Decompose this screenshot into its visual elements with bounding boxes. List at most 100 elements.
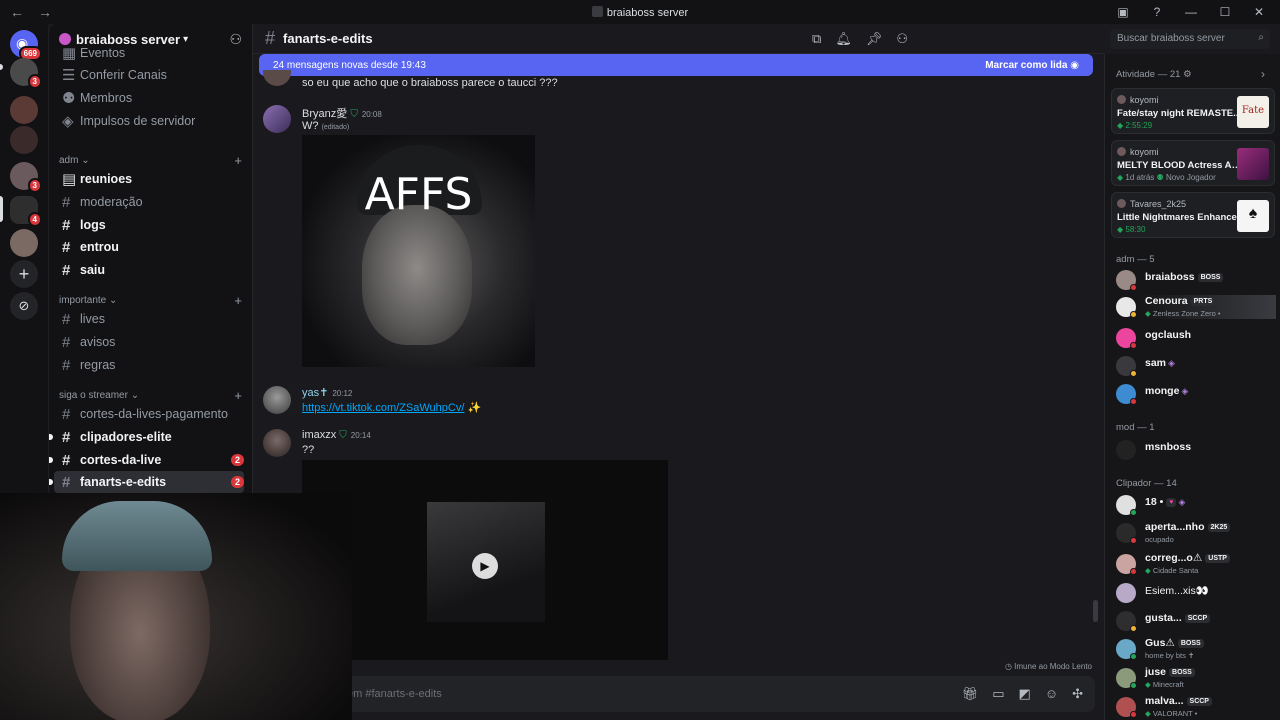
category-siga-o-streamer[interactable]: siga o streamer ⌄ + (59, 387, 242, 403)
pin-icon[interactable]: 📌︎ (866, 31, 883, 47)
author-name[interactable]: Bryanz愛 (302, 108, 347, 120)
role-tag: BOSS (1177, 639, 1204, 648)
chevron-right-icon[interactable]: › (1261, 67, 1265, 81)
member-row[interactable]: ogclaush (1116, 326, 1276, 350)
game-art (1237, 148, 1269, 180)
channel-avisos[interactable]: # avisos (54, 331, 244, 353)
minimize-button[interactable]: — (1184, 5, 1198, 19)
channel-cortes-da-live[interactable]: # cortes-da-live 2 (49, 449, 244, 471)
scrollbar[interactable] (1093, 600, 1098, 622)
video-attachment[interactable]: ▶ (302, 460, 668, 660)
webcam-person-cap (62, 501, 212, 571)
inbox-icon[interactable]: ▣ (1116, 5, 1130, 19)
tiktok-link[interactable]: https://vt.tiktok.com/ZSaWuhpCv/ (302, 402, 464, 414)
status-online (1130, 653, 1137, 660)
new-messages-bar[interactable]: 24 mensagens novas desde 19:43 Marcar co… (259, 54, 1093, 76)
image-attachment[interactable]: AFFS (302, 135, 535, 367)
channel-moderacao[interactable]: # moderação (54, 191, 244, 213)
server-icon-6[interactable] (10, 229, 38, 257)
message-input[interactable]: em #fanarts-e-edits 🎁︎ ▭ ◩ ☺ ✣ (259, 676, 1095, 712)
member-row[interactable]: braiaboss BOSS (1116, 268, 1276, 292)
nav-server-boosts[interactable]: ◈ Impulsos de servidor (54, 110, 244, 132)
channel-saiu[interactable]: # saiu (54, 259, 244, 281)
message-text: https://vt.tiktok.com/ZSaWuhpCv/ ✨ (302, 401, 481, 414)
activity-card[interactable]: koyomi MELTY BLOOD Actress Ag... ◆ 1d at… (1111, 140, 1275, 186)
home-button[interactable]: ◉ 669 (10, 30, 42, 61)
forward-arrow-icon[interactable]: → (38, 4, 52, 20)
apps-icon[interactable]: ✣ (1072, 686, 1083, 702)
status-dnd (1130, 398, 1137, 405)
member-row[interactable]: sam ◈ (1116, 354, 1276, 378)
emoji-icon[interactable]: ☺ (1045, 686, 1058, 702)
member-row[interactable]: correg...o⚠ USTP ◆ Cidade Santa (1116, 552, 1276, 576)
channel-cortes-da-lives-pagamento[interactable]: # cortes-da-lives-pagamento (54, 403, 244, 425)
invite-icon[interactable]: ⚇ (229, 31, 242, 48)
server-badge: 4 (27, 212, 42, 227)
discover-icon[interactable]: ⊘ (10, 292, 38, 320)
avatar[interactable] (263, 429, 291, 457)
member-list-icon[interactable]: ⚇ (896, 31, 908, 47)
member-row[interactable]: aperta...nho 2K25 ocupado (1116, 521, 1276, 545)
mark-as-read-button[interactable]: Marcar como lida ◉ (985, 60, 1079, 71)
avatar[interactable] (263, 105, 291, 133)
maximize-button[interactable]: ☐ (1218, 5, 1232, 19)
member-row[interactable]: gusta... SCCP (1116, 609, 1276, 633)
add-channel-icon[interactable]: + (234, 293, 242, 308)
author-name[interactable]: yas✝ (302, 387, 328, 399)
gamepad-icon: ◆ (1117, 173, 1124, 182)
member-row[interactable]: Esiem...xis👀 (1116, 581, 1276, 605)
add-server-button[interactable]: + (10, 260, 38, 288)
add-channel-icon[interactable]: + (234, 388, 242, 403)
nav-members[interactable]: ⚉ Membros (54, 87, 244, 109)
sticker-icon[interactable]: ◩ (1019, 686, 1031, 702)
channel-logs[interactable]: # logs (54, 214, 244, 236)
status-idle (1130, 625, 1137, 632)
calendar-icon: ▦ (62, 46, 77, 60)
channel-title: fanarts-e-edits (283, 31, 373, 46)
channel-fanarts-e-edits[interactable]: # fanarts-e-edits 2 (49, 471, 244, 493)
channel-lives[interactable]: # lives (54, 308, 244, 330)
members-icon: ⚉ (62, 90, 76, 107)
threads-icon[interactable]: ⧉ (812, 31, 821, 47)
gift-icon[interactable]: 🎁︎ (962, 686, 979, 702)
member-row[interactable]: 18 • ♥ ◈ (1116, 493, 1276, 517)
nav-browse-channels[interactable]: ☰ Conferir Canais (54, 64, 244, 86)
nav-events[interactable]: ▦ Eventos (54, 46, 244, 60)
bell-icon[interactable]: 🔔︎ (835, 31, 852, 47)
member-row[interactable]: juse BOSS ◆ Minecraft (1116, 666, 1276, 690)
back-arrow-icon[interactable]: ← (10, 4, 24, 20)
member-row[interactable]: msnboss (1116, 438, 1276, 462)
server-icon-1[interactable]: 3 (10, 58, 42, 89)
avatar[interactable] (263, 70, 291, 86)
channel-entrou[interactable]: # entrou (54, 236, 244, 258)
author-name[interactable]: imaxzx (302, 429, 336, 441)
role-tag: USTP (1205, 554, 1230, 563)
search-input[interactable]: Buscar braiaboss server ⌕ (1110, 29, 1270, 49)
member-row[interactable]: monge ◈ (1116, 382, 1276, 406)
server-icon-3[interactable] (10, 126, 38, 154)
channel-reunioes[interactable]: ▤ reunioes (54, 168, 244, 190)
hash-icon: # (62, 216, 71, 234)
close-button[interactable]: ✕ (1252, 5, 1266, 19)
avatar[interactable] (263, 386, 291, 414)
server-icon-4[interactable]: 3 (10, 162, 42, 193)
chevron-down-icon: ⌄ (130, 389, 140, 401)
member-row[interactable]: Cenoura PRTS ◆ Zenless Zone Zero • (1116, 295, 1276, 319)
timestamp: 20:08 (361, 110, 382, 119)
gif-icon[interactable]: ▭ (992, 686, 1004, 702)
member-row[interactable]: Gus⚠ BOSS home by bts ✝ (1116, 637, 1276, 661)
activity-card[interactable]: Tavares_2k25 Little Nightmares Enhance..… (1111, 192, 1275, 238)
activity-card[interactable]: koyomi Fate/stay night REMASTE... ◆ 2:55… (1111, 88, 1275, 134)
role-header-mod: mod — 1 (1116, 422, 1155, 433)
category-adm[interactable]: adm ⌄ + (59, 152, 242, 168)
play-icon[interactable]: ▶ (472, 553, 498, 579)
chat-area: # fanarts-e-edits ⧉ 🔔︎ 📌︎ ⚇ Buscar braia… (252, 24, 1270, 720)
channel-clipadores-elite[interactable]: # clipadores-elite (49, 426, 244, 448)
channel-regras[interactable]: # regras (54, 354, 244, 376)
server-icon-2[interactable] (10, 96, 38, 124)
server-icon-braiaboss[interactable]: 4 (10, 196, 42, 227)
help-icon[interactable]: ? (1150, 5, 1164, 19)
member-row[interactable]: malva... SCCP ◆ VALORANT • (1116, 695, 1276, 719)
add-channel-icon[interactable]: + (234, 153, 242, 168)
category-importante[interactable]: importante ⌄ + (59, 292, 242, 308)
